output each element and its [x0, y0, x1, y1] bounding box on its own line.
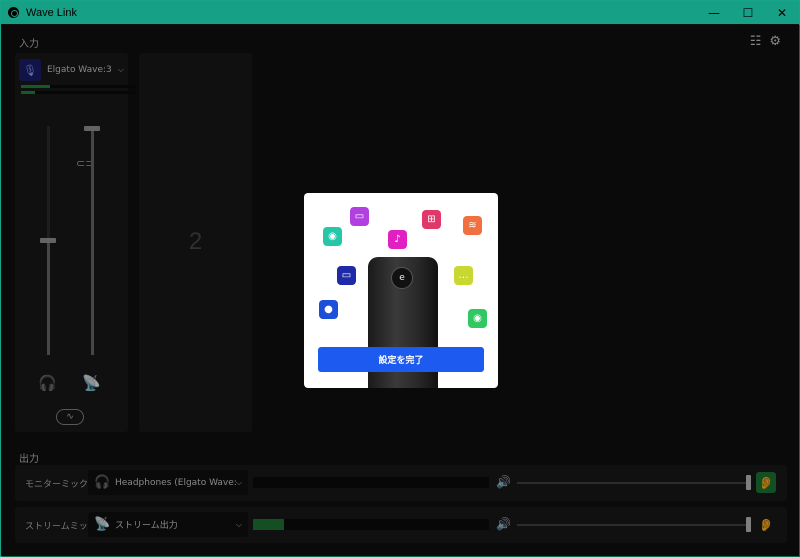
gamepad-icon: ⊞ — [422, 210, 441, 229]
maximize-button[interactable]: ☐ — [731, 1, 765, 24]
microphone-icon: ● — [319, 300, 338, 319]
music-icon: ♪ — [388, 230, 407, 249]
browser-icon: ▭ — [350, 207, 369, 226]
elgato-logo-icon: e — [391, 267, 413, 289]
chat-icon: … — [454, 266, 473, 285]
wave-link-logo-icon — [8, 7, 19, 18]
monitor-icon: ▭ — [337, 266, 356, 285]
record-icon: ◉ — [468, 309, 487, 328]
finish-setup-button[interactable]: 設定を完了 — [318, 347, 484, 372]
minimize-button[interactable]: — — [697, 1, 731, 24]
window-title: Wave Link — [26, 6, 77, 19]
close-button[interactable]: ✕ — [765, 1, 799, 24]
title-bar: Wave Link — ☐ ✕ — [1, 1, 799, 24]
audio-wave-icon: ≋ — [463, 216, 482, 235]
record-icon: ◉ — [323, 227, 342, 246]
setup-complete-dialog: ◉ ▭ ♪ ⊞ ≋ ▭ … ● ◉ e 設定を完了 — [304, 193, 498, 388]
app-window: Wave Link — ☐ ✕ 入力 ☷ ⚙ 🎙 Elgato Wave:3 ⌵… — [0, 0, 800, 557]
